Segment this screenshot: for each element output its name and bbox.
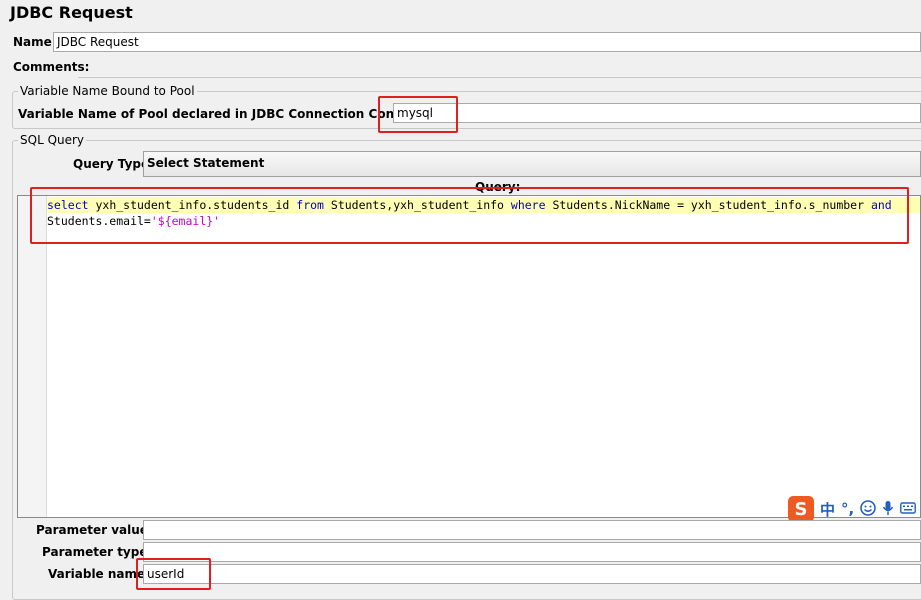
keyboard-icon[interactable] <box>900 501 917 518</box>
name-label: Name: <box>13 35 57 49</box>
line-number-gutter <box>18 196 47 517</box>
sogou-logo-icon[interactable]: S <box>788 496 814 522</box>
param-types-input[interactable] <box>143 542 921 562</box>
microphone-icon[interactable] <box>882 500 894 519</box>
punctuation-icon[interactable]: °, <box>841 500 854 518</box>
param-values-label: Parameter values: <box>36 523 160 537</box>
page-title: JDBC Request <box>10 3 133 22</box>
param-values-input[interactable] <box>143 520 921 540</box>
highlight-box-query <box>30 187 909 244</box>
smiley-icon[interactable] <box>860 499 877 519</box>
param-types-label: Parameter types: <box>42 545 160 559</box>
highlight-box-pool <box>378 96 458 133</box>
query-type-select[interactable]: Select Statement <box>143 151 921 177</box>
name-input[interactable]: JDBC Request <box>53 32 921 52</box>
result-variable-label-cutoff <box>17 587 77 592</box>
pool-name-input[interactable]: mysql <box>393 103 921 123</box>
variable-names-input[interactable]: userId <box>143 564 921 584</box>
pool-legend: Variable Name Bound to Pool <box>18 84 197 98</box>
comments-area[interactable] <box>78 55 921 78</box>
ime-toolbar[interactable]: S 中 °, <box>788 496 917 522</box>
query-type-label: Query Type: <box>73 157 154 171</box>
chinese-mode-icon[interactable]: 中 <box>820 499 835 520</box>
sql-legend: SQL Query <box>18 133 87 147</box>
highlight-box-variable-names <box>136 558 211 590</box>
